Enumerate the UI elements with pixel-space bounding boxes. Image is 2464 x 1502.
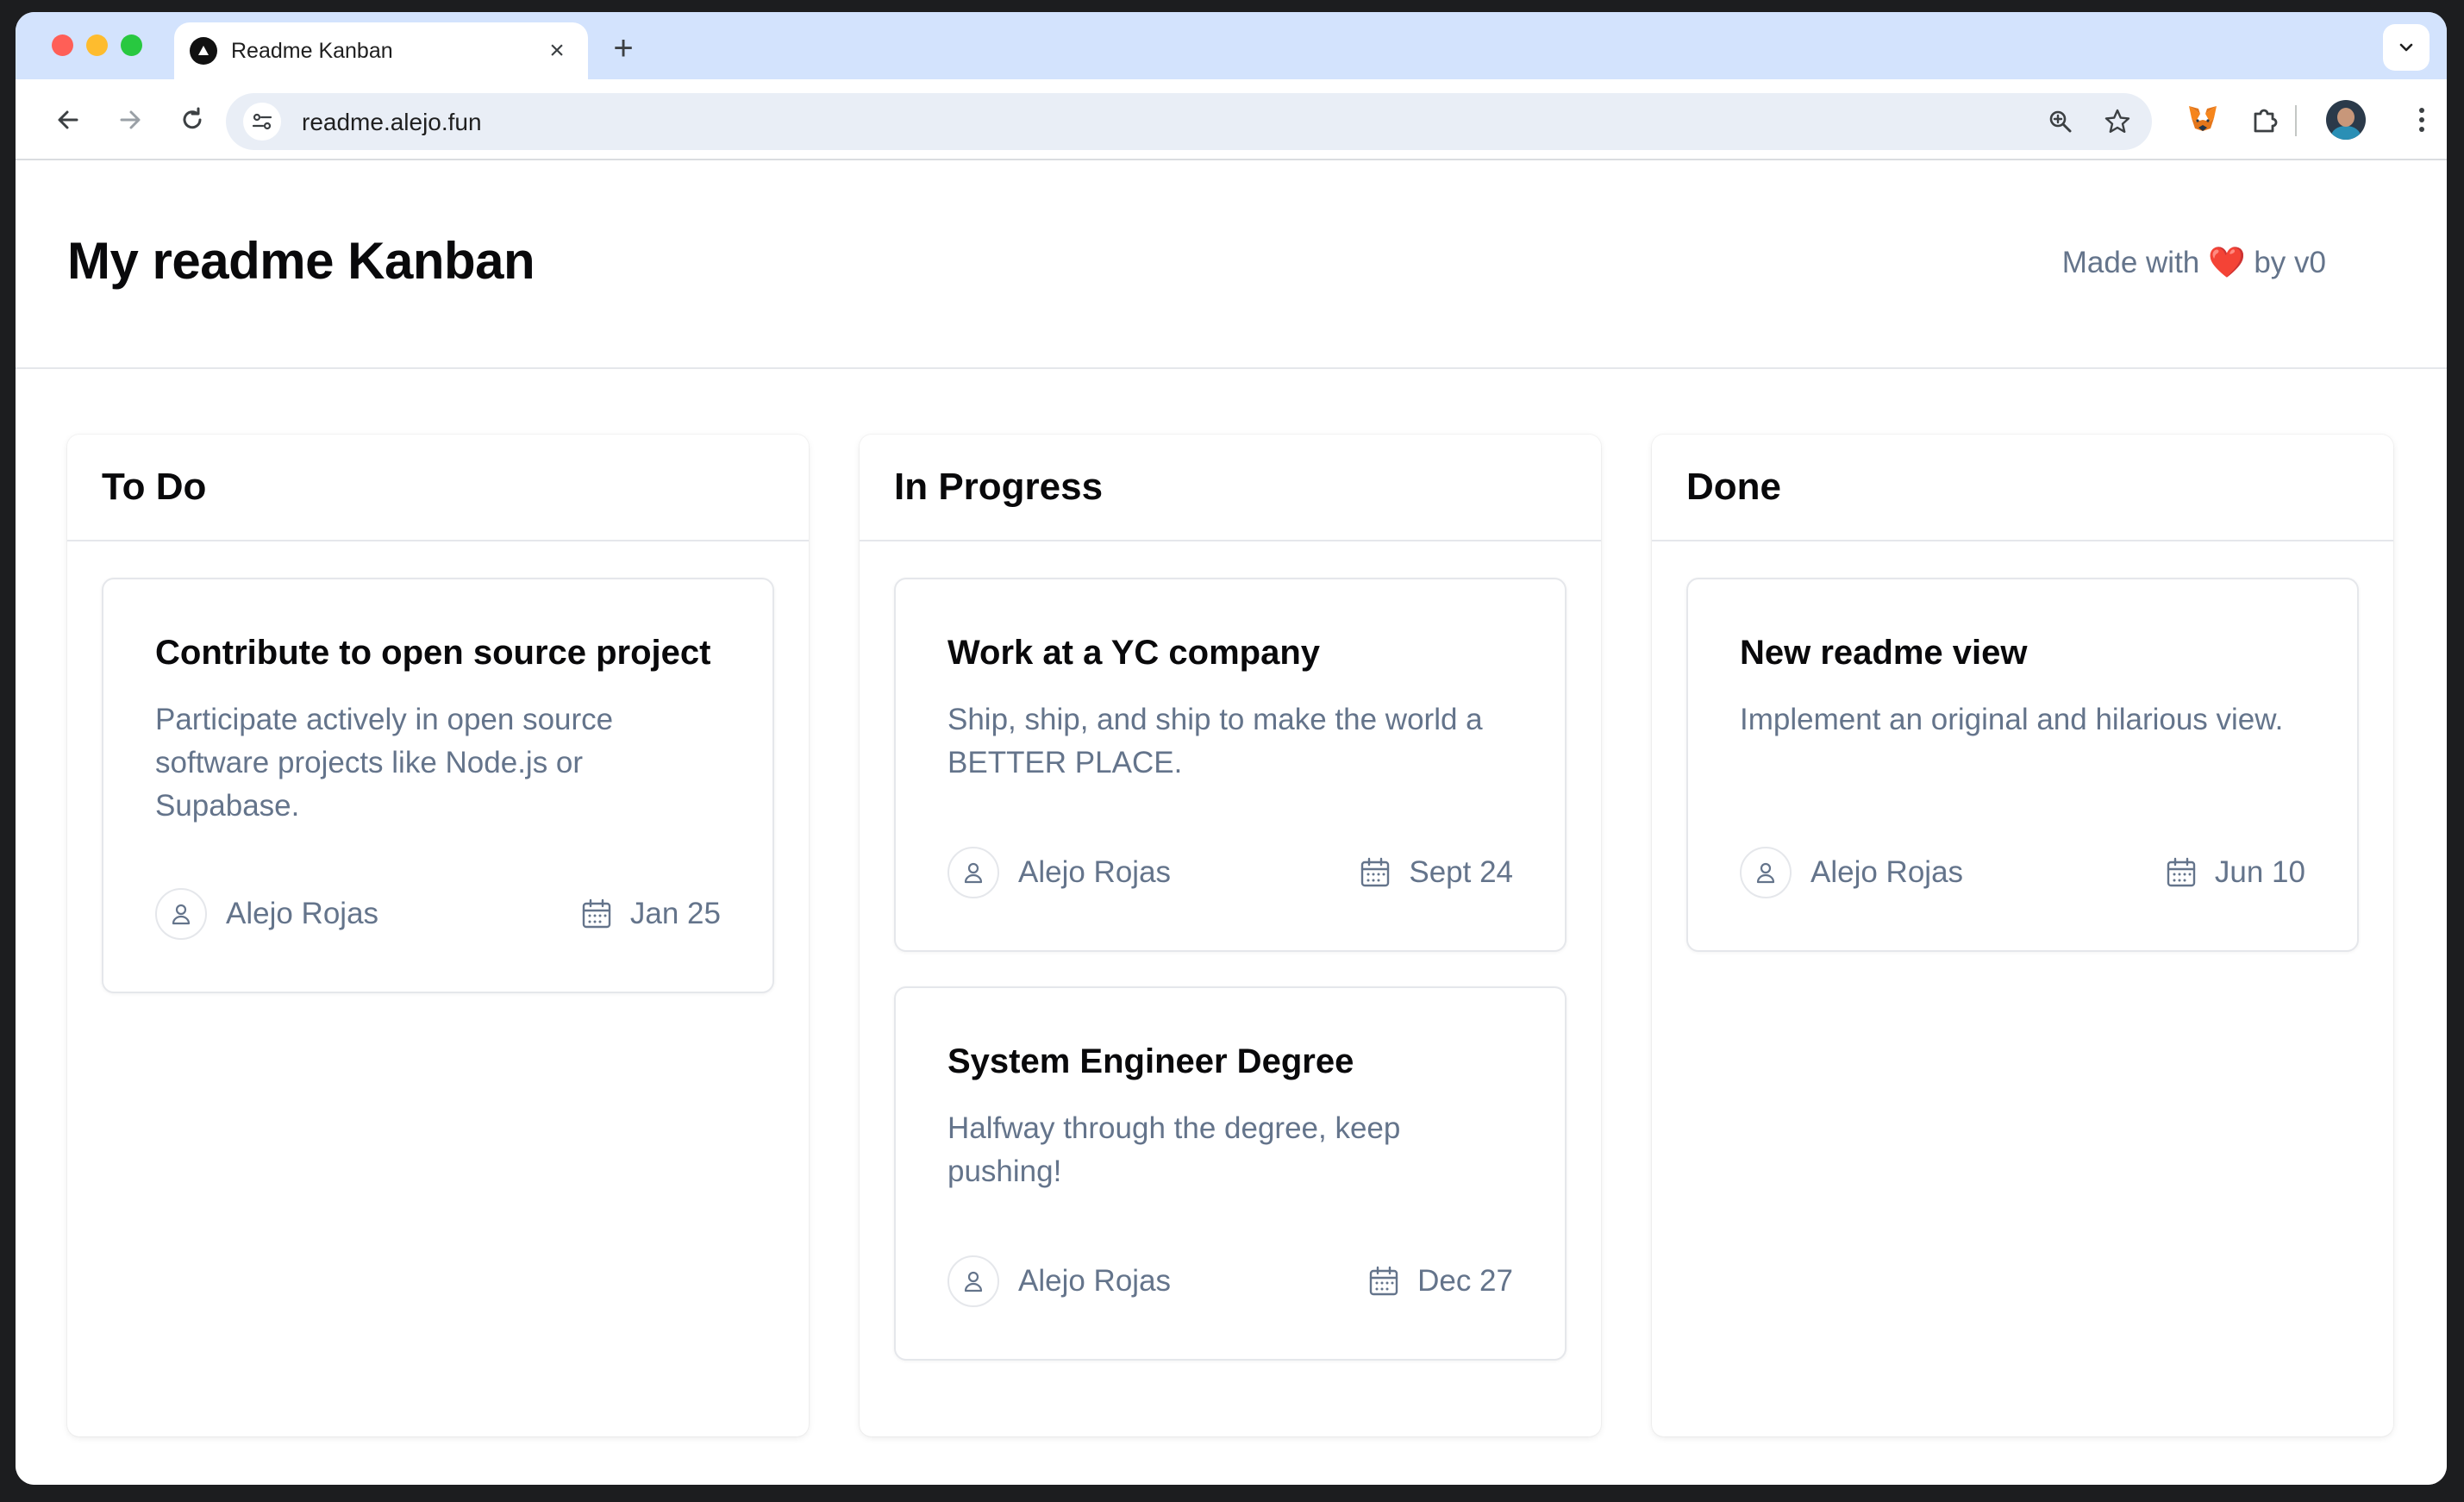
toolbar-divider xyxy=(2295,105,2297,136)
heart-icon: ❤️ xyxy=(2208,246,2246,279)
reload-button[interactable] xyxy=(171,98,214,141)
card-assignee: Alejo Rojas xyxy=(155,888,378,940)
card-footer: Alejo Rojas Sept 24 xyxy=(947,847,1513,898)
card-description: Participate actively in open source soft… xyxy=(155,703,614,823)
user-icon xyxy=(155,888,207,940)
extensions-puzzle-icon[interactable] xyxy=(2243,98,2286,141)
date-text: Dec 27 xyxy=(1417,1264,1513,1298)
column-todo: To Do Contribute to open source project … xyxy=(67,435,809,1436)
card-description: Ship, ship, and ship to make the world a… xyxy=(947,703,1483,779)
calendar-icon xyxy=(1361,857,1390,887)
metamask-extension-icon[interactable] xyxy=(2181,98,2224,141)
tab-close-icon[interactable]: × xyxy=(541,35,572,66)
card-description: Implement an original and hilarious view… xyxy=(1740,703,2284,736)
browser-toolbar: readme.alejo.fun xyxy=(16,79,2447,160)
card-assignee: Alejo Rojas xyxy=(947,1255,1171,1307)
tab-strip: Readme Kanban × + xyxy=(16,12,2447,79)
page-content: My readme Kanban Made with ❤️ by v0 To D… xyxy=(16,160,2447,1485)
card-description: Halfway through the degree, keep pushing… xyxy=(947,1111,1401,1188)
browser-tab[interactable]: Readme Kanban × xyxy=(174,22,588,79)
reload-icon xyxy=(183,107,202,129)
bookmark-star-icon[interactable] xyxy=(2098,103,2136,141)
column-done: Done New readme view Implement an origin… xyxy=(1652,435,2393,1436)
forward-button[interactable] xyxy=(109,98,152,141)
column-header: Done xyxy=(1652,435,2393,541)
kebab-menu-icon xyxy=(2419,108,2424,132)
site-settings-icon[interactable] xyxy=(243,103,281,141)
task-card[interactable]: System Engineer Degree Halfway through t… xyxy=(894,986,1567,1361)
chevron-down-icon xyxy=(2399,43,2413,52)
tab-search-button[interactable] xyxy=(2383,24,2430,71)
assignee-name: Alejo Rojas xyxy=(1810,855,1964,889)
card-footer: Alejo Rojas Jun 10 xyxy=(1740,847,2305,898)
date-text: Jan 25 xyxy=(629,897,721,930)
address-bar[interactable]: readme.alejo.fun xyxy=(226,93,2152,150)
browser-menu-button[interactable] xyxy=(2400,98,2443,141)
page-header: My readme Kanban Made with ❤️ by v0 xyxy=(16,160,2447,369)
arrow-right-icon xyxy=(120,110,141,129)
back-button[interactable] xyxy=(47,98,90,141)
vercel-triangle-icon xyxy=(190,37,217,65)
calendar-icon xyxy=(1369,1266,1398,1296)
user-icon xyxy=(1740,847,1792,898)
new-tab-button[interactable]: + xyxy=(602,29,645,69)
column-in-progress: In Progress Work at a YC company Ship, s… xyxy=(860,435,1601,1436)
card-date: Jan 25 xyxy=(580,897,721,931)
minimize-window-button[interactable] xyxy=(86,34,108,56)
profile-avatar[interactable] xyxy=(2326,100,2366,140)
page-title: My readme Kanban xyxy=(67,232,535,290)
card-footer: Alejo Rojas Dec 27 xyxy=(947,1255,1513,1307)
maximize-window-button[interactable] xyxy=(121,34,142,56)
card-title: Work at a YC company xyxy=(947,634,1320,672)
card-assignee: Alejo Rojas xyxy=(1740,847,1963,898)
card-title: System Engineer Degree xyxy=(947,1042,1354,1080)
card-footer: Alejo Rojas Jan 25 xyxy=(155,888,721,940)
zoom-icon[interactable] xyxy=(2042,103,2079,141)
column-title: To Do xyxy=(102,466,207,508)
assignee-name: Alejo Rojas xyxy=(226,897,379,930)
user-icon xyxy=(947,847,999,898)
made-with-suffix: by v0 xyxy=(2254,246,2326,279)
card-title: Contribute to open source project xyxy=(155,634,711,672)
calendar-icon xyxy=(582,898,611,929)
column-title: Done xyxy=(1686,466,1781,508)
date-text: Jun 10 xyxy=(2214,855,2305,889)
tab-title: Readme Kanban xyxy=(231,38,393,63)
task-card[interactable]: New readme view Implement an original an… xyxy=(1686,578,2359,952)
task-card[interactable]: Work at a YC company Ship, ship, and shi… xyxy=(894,578,1567,952)
close-window-button[interactable] xyxy=(52,34,73,56)
card-date: Sept 24 xyxy=(1359,855,1513,890)
calendar-icon xyxy=(2167,857,2196,887)
card-date: Jun 10 xyxy=(2165,855,2305,890)
task-card[interactable]: Contribute to open source project Partic… xyxy=(102,578,774,993)
made-with-credit: Made with ❤️ by v0 xyxy=(2062,245,2326,280)
user-icon xyxy=(947,1255,999,1307)
column-header: In Progress xyxy=(860,435,1601,541)
arrow-left-icon xyxy=(58,110,78,129)
url-text[interactable]: readme.alejo.fun xyxy=(302,109,482,136)
assignee-name: Alejo Rojas xyxy=(1018,855,1172,889)
date-text: Sept 24 xyxy=(1409,855,1513,889)
column-title: In Progress xyxy=(894,466,1104,508)
card-assignee: Alejo Rojas xyxy=(947,847,1171,898)
made-with-prefix: Made with xyxy=(2061,246,2200,279)
browser-window: Readme Kanban × + readme.alejo.fun My re… xyxy=(16,12,2447,1485)
card-title: New readme view xyxy=(1740,634,2028,672)
assignee-name: Alejo Rojas xyxy=(1018,1264,1172,1298)
card-date: Dec 27 xyxy=(1367,1264,1513,1299)
column-header: To Do xyxy=(67,435,809,541)
